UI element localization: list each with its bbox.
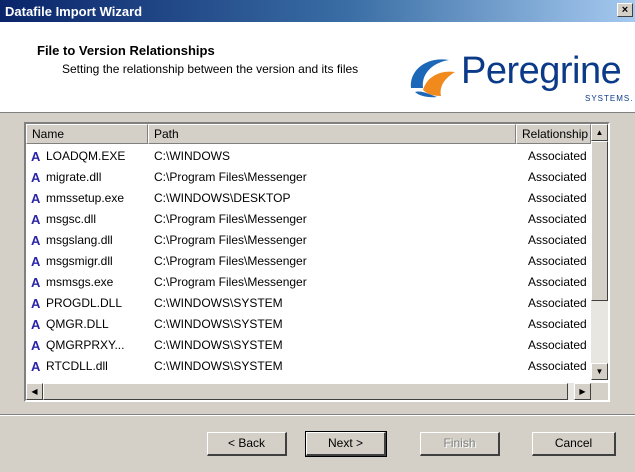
row-name: QMGRPRXY...	[46, 338, 125, 352]
column-header-path[interactable]: Path	[148, 124, 516, 144]
logo-wordmark: Peregrine	[461, 50, 622, 92]
row-path: C:\Program Files\Messenger	[154, 233, 307, 247]
back-button[interactable]: < Back	[207, 432, 287, 456]
logo-subtext: SYSTEMS.	[585, 94, 634, 103]
vertical-scroll-thumb[interactable]	[591, 141, 608, 301]
page-title: File to Version Relationships	[37, 43, 215, 58]
file-type-icon: A	[31, 191, 41, 206]
row-relationship: Associated	[528, 170, 587, 184]
file-type-icon: A	[31, 296, 41, 311]
file-type-icon: A	[31, 170, 41, 185]
row-path: C:\WINDOWS\DESKTOP	[154, 191, 291, 205]
table-row[interactable]: Amsgslang.dll C:\Program Files\Messenger A…	[26, 230, 588, 251]
table-row[interactable]: Amigrate.dll C:\Program Files\Messenger As…	[26, 167, 588, 188]
table-row[interactable]: Amsmsgs.exe C:\Program Files\Messenger Ass…	[26, 272, 588, 293]
table-row[interactable]: Amsgsmigr.dll C:\Program Files\Messenger A…	[26, 251, 588, 272]
wizard-header: File to Version Relationships Setting th…	[0, 22, 635, 113]
table-row[interactable]: A RTCDLL.dll C:\WINDOWS\SYSTEM Associated	[26, 356, 588, 377]
cancel-button[interactable]: Cancel	[532, 432, 616, 456]
row-name: QMGR.DLL	[46, 317, 109, 331]
window-title: Datafile Import Wizard	[5, 4, 143, 19]
file-type-icon: A	[31, 359, 41, 374]
peregrine-swoosh-icon	[410, 59, 455, 98]
vertical-scrollbar[interactable]: ▲ ▼	[591, 124, 608, 380]
row-path: C:\WINDOWS\SYSTEM	[154, 317, 283, 331]
row-relationship: Associated	[528, 149, 587, 163]
column-header-relationship[interactable]: Relationship	[516, 124, 591, 144]
row-path: C:\WINDOWS	[154, 149, 230, 163]
row-relationship: Associated	[528, 233, 587, 247]
scroll-up-icon[interactable]: ▲	[591, 124, 608, 141]
scrollbar-corner	[591, 383, 608, 400]
row-path: C:\WINDOWS\SYSTEM	[154, 359, 283, 373]
file-type-icon: A	[31, 233, 41, 248]
row-name: msgsc.dll	[46, 212, 97, 226]
row-name: migrate.dll	[46, 170, 102, 184]
close-icon[interactable]: ×	[617, 3, 633, 17]
title-bar: Datafile Import Wizard ×	[0, 0, 635, 22]
row-name: mmssetup.exe	[46, 191, 125, 205]
row-name: msgsmigr.dll	[46, 254, 113, 268]
list-rows: A LOADQM.EXE C:\WINDOWS Associated Amigrate.…	[26, 146, 588, 378]
row-relationship: Associated	[528, 338, 587, 352]
row-name: LOADQM.EXE	[46, 149, 126, 163]
scroll-down-icon[interactable]: ▼	[591, 363, 608, 380]
row-path: C:\Program Files\Messenger	[154, 212, 307, 226]
column-header-name[interactable]: Name	[26, 124, 148, 144]
peregrine-logo: Peregrine SYSTEMS.	[405, 50, 635, 110]
scroll-left-icon[interactable]: ◀	[26, 383, 43, 400]
row-name: msgslang.dll	[46, 233, 113, 247]
table-row[interactable]: A QMGR.DLL C:\WINDOWS\SYSTEM Associated	[26, 314, 588, 335]
row-name: msmsgs.exe	[46, 275, 114, 289]
table-row[interactable]: A QMGRPRXY... C:\WINDOWS\SYSTEM Associated	[26, 335, 588, 356]
row-relationship: Associated	[528, 212, 587, 226]
file-list[interactable]: Name Path Relationship A LOADQM.EXE C:\WIN…	[24, 122, 610, 402]
file-type-icon: A	[31, 254, 41, 269]
next-button[interactable]: Next >	[305, 431, 387, 457]
row-relationship: Associated	[528, 254, 587, 268]
file-type-icon: A	[31, 338, 41, 353]
scroll-right-icon[interactable]: ▶	[574, 383, 591, 400]
row-path: C:\Program Files\Messenger	[154, 170, 307, 184]
file-type-icon: A	[31, 275, 41, 290]
row-relationship: Associated	[528, 359, 587, 373]
row-path: C:\Program Files\Messenger	[154, 275, 307, 289]
row-relationship: Associated	[528, 296, 587, 310]
file-type-icon: A	[31, 317, 41, 332]
table-row[interactable]: Amsgsc.dll C:\Program Files\Messenger Asso…	[26, 209, 588, 230]
row-relationship: Associated	[528, 275, 587, 289]
file-type-icon: A	[31, 149, 41, 164]
wizard-window: Datafile Import Wizard × File to Version…	[0, 0, 635, 472]
row-name: RTCDLL.dll	[46, 359, 108, 373]
row-relationship: Associated	[528, 191, 587, 205]
table-row[interactable]: Ammssetup.exe C:\WINDOWS\DESKTOP Associate…	[26, 188, 588, 209]
table-row[interactable]: A LOADQM.EXE C:\WINDOWS Associated	[26, 146, 588, 167]
horizontal-scroll-thumb[interactable]	[43, 383, 568, 400]
button-separator	[0, 414, 635, 416]
row-name: PROGDL.DLL	[46, 296, 123, 310]
horizontal-scrollbar[interactable]: ◀ ▶	[26, 383, 591, 400]
row-relationship: Associated	[528, 317, 587, 331]
finish-button[interactable]: Finish	[420, 432, 500, 456]
row-path: C:\WINDOWS\SYSTEM	[154, 338, 283, 352]
file-type-icon: A	[31, 212, 41, 227]
table-row[interactable]: A PROGDL.DLL C:\WINDOWS\SYSTEM Associated	[26, 293, 588, 314]
page-subtitle: Setting the relationship between the ver…	[62, 62, 359, 76]
row-path: C:\WINDOWS\SYSTEM	[154, 296, 283, 310]
row-path: C:\Program Files\Messenger	[154, 254, 307, 268]
